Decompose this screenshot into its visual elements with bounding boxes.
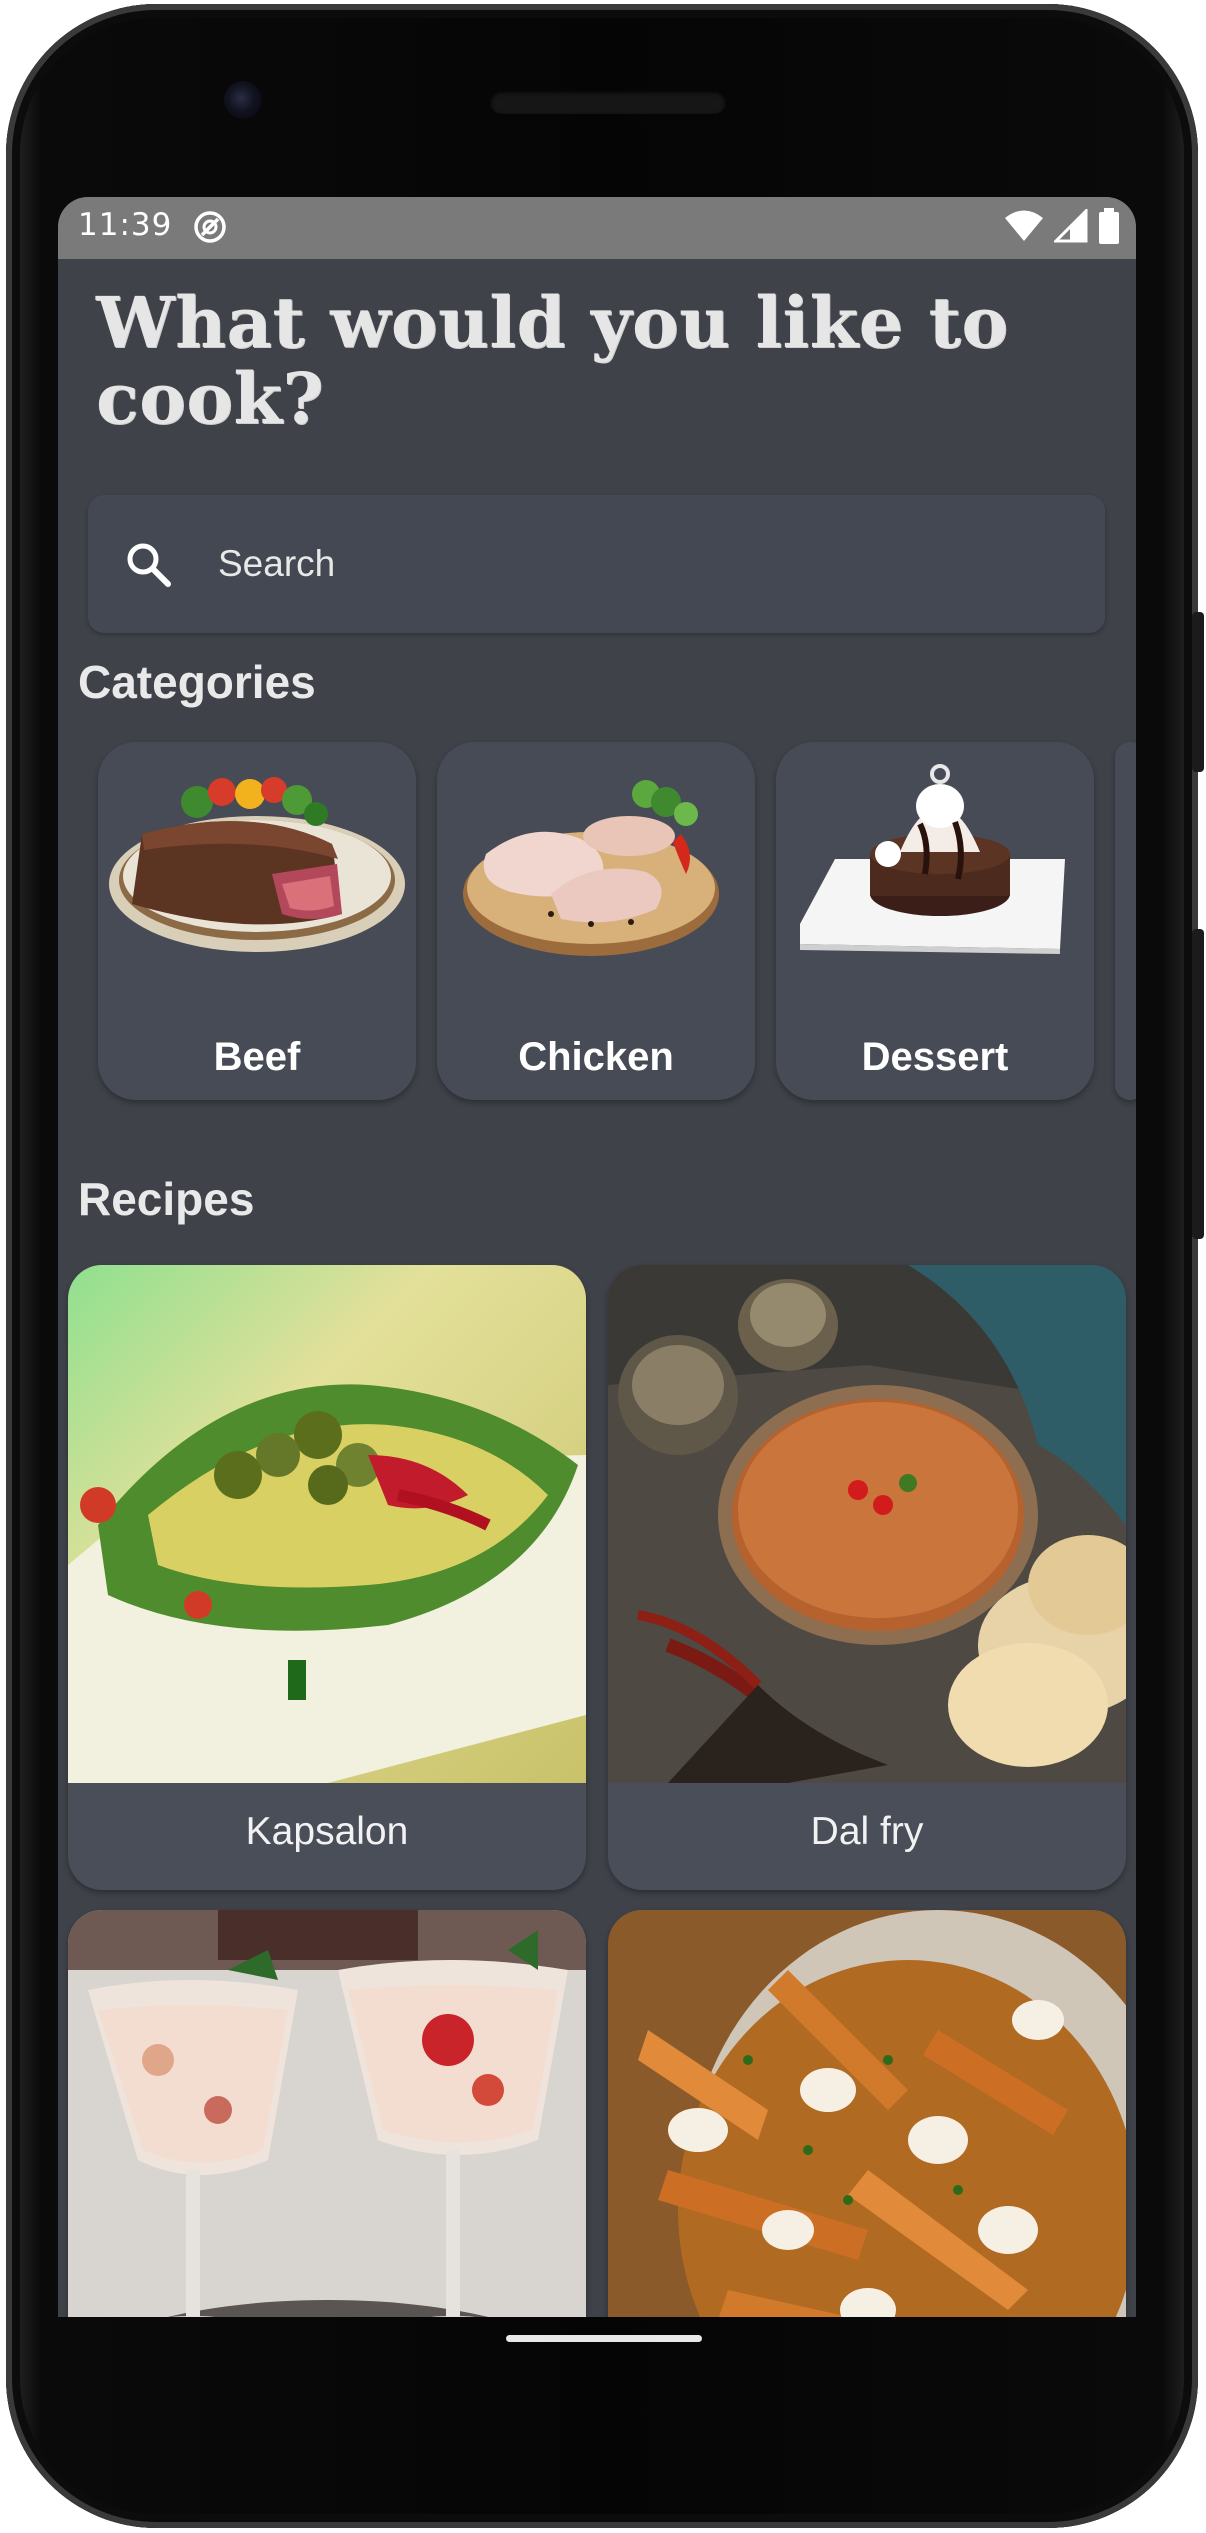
categories-title: Categories [78, 656, 316, 708]
status-bar: 11:39 [58, 197, 1136, 259]
recipe-label: Kapsalon [245, 1810, 409, 1853]
status-time: 11:39 [78, 207, 173, 243]
category-card-partial[interactable] [1115, 742, 1136, 1100]
dal-fry-image [608, 1265, 1126, 1783]
category-card-chicken[interactable]: Chicken [437, 742, 755, 1100]
volume-button [1192, 929, 1204, 1239]
recipe-card-poutine[interactable] [608, 1910, 1126, 2317]
power-button [1192, 612, 1204, 772]
recipe-label: Dal fry [810, 1810, 924, 1853]
recipe-card-kapsalon[interactable]: Kapsalon [68, 1265, 586, 1890]
chicken-image [463, 780, 719, 956]
category-label: Dessert [861, 1035, 1009, 1079]
kapsalon-image [68, 1265, 586, 1783]
search-bar[interactable] [88, 495, 1105, 633]
do-not-disturb-icon [194, 211, 226, 243]
dessert-image [800, 764, 1065, 954]
dessert-glasses-image [68, 1910, 586, 2317]
recipe-card-dal-fry[interactable]: Dal fry [608, 1265, 1126, 1890]
signal-icon [1054, 209, 1088, 243]
steak-image [109, 777, 405, 952]
category-card-beef[interactable]: Beef [98, 742, 416, 1100]
app-screen: 11:39 What would you like to cook? Searc… [58, 197, 1136, 2317]
recipe-card-dessert[interactable] [68, 1910, 586, 2317]
poutine-image [608, 1910, 1126, 2317]
front-camera [224, 81, 262, 119]
recipes-title: Recipes [78, 1173, 255, 1225]
category-label: Beef [213, 1035, 301, 1079]
home-gesture-bar[interactable] [506, 2335, 702, 2342]
battery-icon [1099, 208, 1119, 244]
wifi-icon [1005, 210, 1043, 241]
earpiece-speaker [490, 90, 726, 114]
category-card-dessert[interactable]: Dessert [776, 742, 1094, 1100]
page-title: What would you like to cook? [96, 281, 1009, 440]
search-icon[interactable] [124, 540, 172, 588]
category-label: Chicken [518, 1035, 674, 1079]
search-input[interactable] [216, 533, 1056, 595]
status-icons [1004, 208, 1120, 244]
